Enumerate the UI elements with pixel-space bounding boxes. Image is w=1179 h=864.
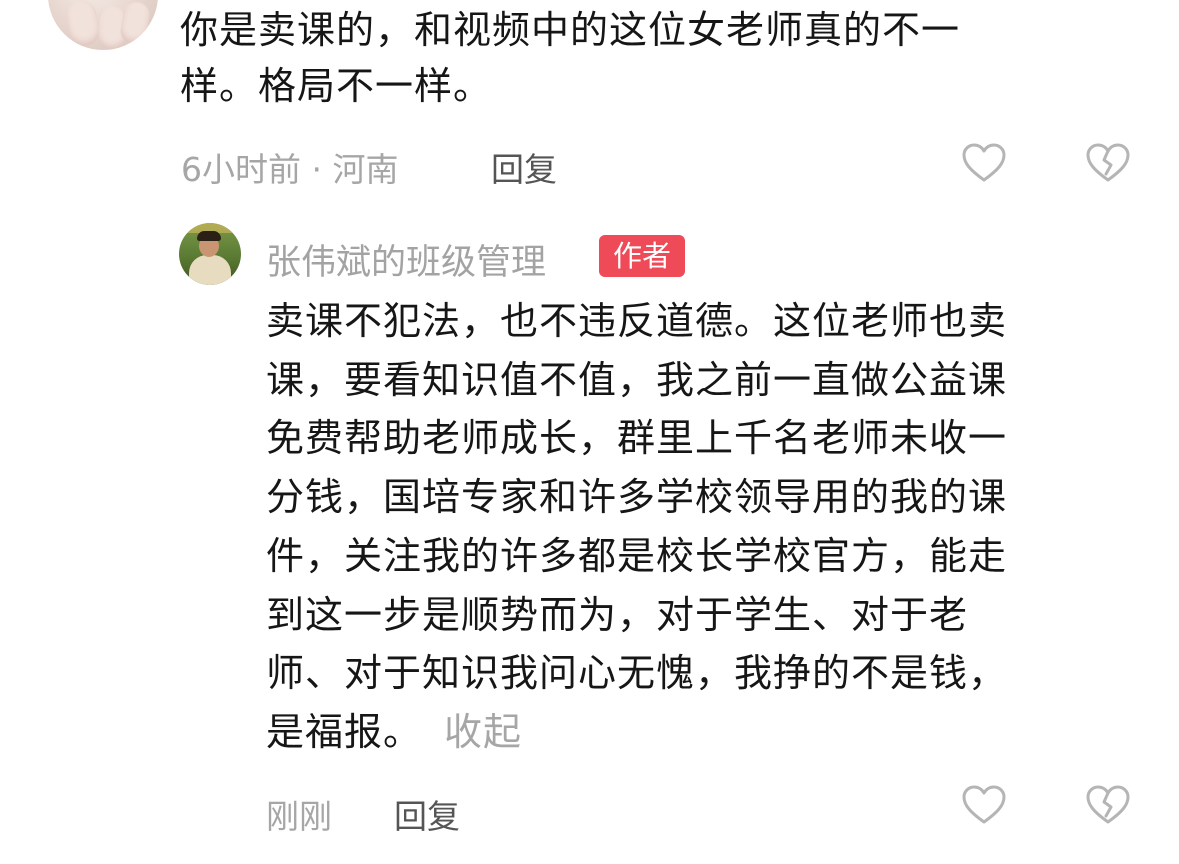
- reply-line: 免费帮助老师成长，群里上千名老师未收一: [266, 416, 1008, 461]
- top-comment-reply-button[interactable]: 回复: [491, 143, 557, 191]
- avatar-hand-detail: [118, 0, 152, 46]
- avatar-hair-detail: [197, 231, 221, 241]
- author-username[interactable]: 张伟斌的班级管理: [266, 234, 546, 285]
- top-comment-line: 样。格局不一样。: [180, 64, 493, 108]
- top-comment-meta: 6小时前 · 河南: [181, 150, 399, 189]
- author-reply-reply-button[interactable]: 回复: [394, 790, 460, 838]
- like-heart-icon[interactable]: [962, 143, 1006, 183]
- like-heart-icon[interactable]: [962, 785, 1006, 825]
- author-reply-meta: 刚刚: [266, 797, 332, 836]
- dislike-broken-heart-icon[interactable]: [1086, 143, 1130, 183]
- reply-line: 到这一步是顺势而为，对于学生、对于老: [266, 592, 969, 637]
- author-badge: 作者: [599, 235, 685, 277]
- reply-line: 是福报。: [266, 709, 423, 754]
- reply-line: 分钱，国培专家和许多学校领导用的我的课: [266, 475, 1008, 520]
- reply-line: 师、对于知识我问心无愧，我挣的不是钱，: [266, 651, 1008, 696]
- reply-line: 课，要看知识值不值，我之前一直做公益课: [266, 357, 1008, 402]
- top-comment-text: 你是卖课的，和视频中的这位女老师真的不一 样。格局不一样。: [180, 2, 1140, 114]
- dislike-broken-heart-icon[interactable]: [1086, 785, 1130, 825]
- reply-line-last: 是福报。 收起: [266, 703, 1146, 762]
- reply-line: 件，关注我的许多都是校长学校官方，能走: [266, 533, 1008, 578]
- avatar-hand-detail: [63, 0, 103, 49]
- avatar-body-detail: [189, 255, 231, 285]
- reply-line: 卖课不犯法，也不违反道德。这位老师也卖: [266, 299, 1008, 343]
- commenter-avatar[interactable]: [48, 0, 158, 50]
- author-avatar[interactable]: [179, 223, 241, 285]
- collapse-link[interactable]: 收起: [444, 710, 522, 754]
- top-comment-line: 你是卖课的，和视频中的这位女老师真的不一: [180, 8, 961, 52]
- author-reply-text: 卖课不犯法，也不违反道德。这位老师也卖 课，要看知识值不值，我之前一直做公益课 免费…: [266, 292, 1146, 762]
